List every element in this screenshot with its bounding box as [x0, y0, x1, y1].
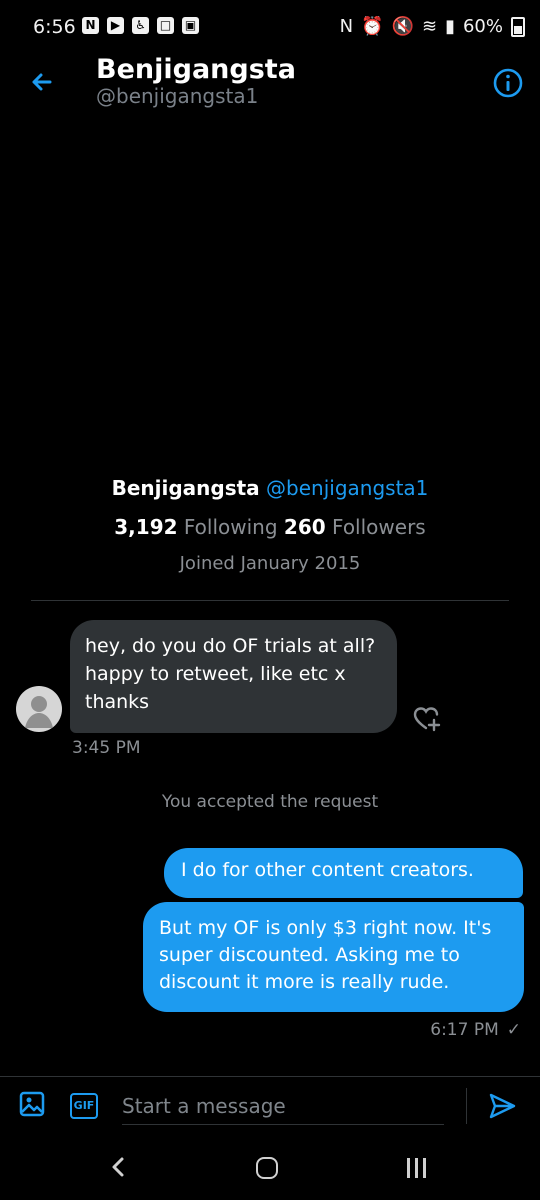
following-count: 3,192 [114, 515, 178, 539]
outgoing-message-status: 6:17 PM ✓ [430, 1020, 521, 1040]
gallery-icon: ▣ [182, 17, 199, 34]
profile-stats: 3,192 Following 260 Followers [0, 515, 540, 539]
conversation-title: Benjigangsta [96, 54, 296, 85]
outgoing-message-time: 6:17 PM [430, 1020, 499, 1040]
profile-divider [31, 600, 509, 601]
youtube-icon: ▶ [107, 17, 124, 34]
screenshot-icon: □ [157, 17, 174, 34]
accessibility-icon: ♿ [132, 17, 149, 34]
wifi-icon: ≋ [421, 16, 438, 37]
outgoing-message-bubble-1[interactable]: I do for other content creators. [164, 848, 523, 898]
status-time: 6:56 [33, 16, 76, 38]
composer-separator [466, 1088, 467, 1124]
app-notification-icon: N [82, 17, 99, 34]
battery-icon [511, 16, 525, 37]
media-button[interactable] [18, 1090, 46, 1118]
gif-button[interactable]: GIF [70, 1093, 98, 1119]
profile-handle[interactable]: @benjigangsta1 [266, 476, 428, 500]
default-avatar-icon [25, 696, 53, 728]
conversation-handle: @benjigangsta1 [96, 84, 259, 108]
incoming-message-time: 3:45 PM [72, 738, 141, 758]
send-icon [489, 1093, 516, 1119]
incoming-message-bubble[interactable]: hey, do you do OF trials at all? happy t… [70, 620, 397, 733]
request-accepted-notice: You accepted the request [161, 792, 379, 812]
profile-summary[interactable]: Benjigangsta @benjigangsta1 [0, 476, 540, 500]
send-button[interactable] [486, 1090, 518, 1122]
nfc-icon: N [339, 16, 354, 37]
joined-date: Joined January 2015 [179, 553, 361, 574]
followers-label: Followers [332, 515, 426, 539]
sent-check-icon: ✓ [506, 1020, 521, 1040]
message-input[interactable] [122, 1088, 444, 1124]
recents-bar-icon [423, 1158, 426, 1178]
mute-icon: 🔇 [391, 16, 414, 37]
image-icon [19, 1091, 45, 1117]
react-heart-button[interactable] [412, 704, 442, 732]
recents-bar-icon [407, 1158, 410, 1178]
followers-count: 260 [283, 515, 326, 539]
signal-icon: ▮ [445, 16, 455, 37]
recents-bar-icon [415, 1158, 418, 1178]
following-label: Following [183, 515, 278, 539]
chevron-left-icon [112, 1157, 124, 1177]
android-recents-button[interactable] [407, 1158, 435, 1178]
back-arrow-icon [32, 73, 52, 91]
battery-percent: 60% [462, 16, 503, 37]
message-input-underline [122, 1124, 444, 1125]
alarm-icon: ⏰ [361, 16, 384, 37]
back-button[interactable] [26, 66, 58, 98]
outgoing-message-bubble-2[interactable]: But my OF is only $3 right now. It's sup… [143, 902, 524, 1012]
notification-icons: N ▶ ♿ □ ▣ [82, 17, 199, 34]
profile-name[interactable]: Benjigangsta [112, 476, 260, 500]
info-button[interactable] [492, 67, 524, 99]
composer-divider [0, 1076, 540, 1077]
android-home-button[interactable] [256, 1157, 278, 1179]
status-right: N ⏰ 🔇 ≋ ▮ 60% [340, 16, 525, 37]
android-back-button[interactable] [107, 1155, 131, 1179]
avatar[interactable] [16, 686, 62, 732]
